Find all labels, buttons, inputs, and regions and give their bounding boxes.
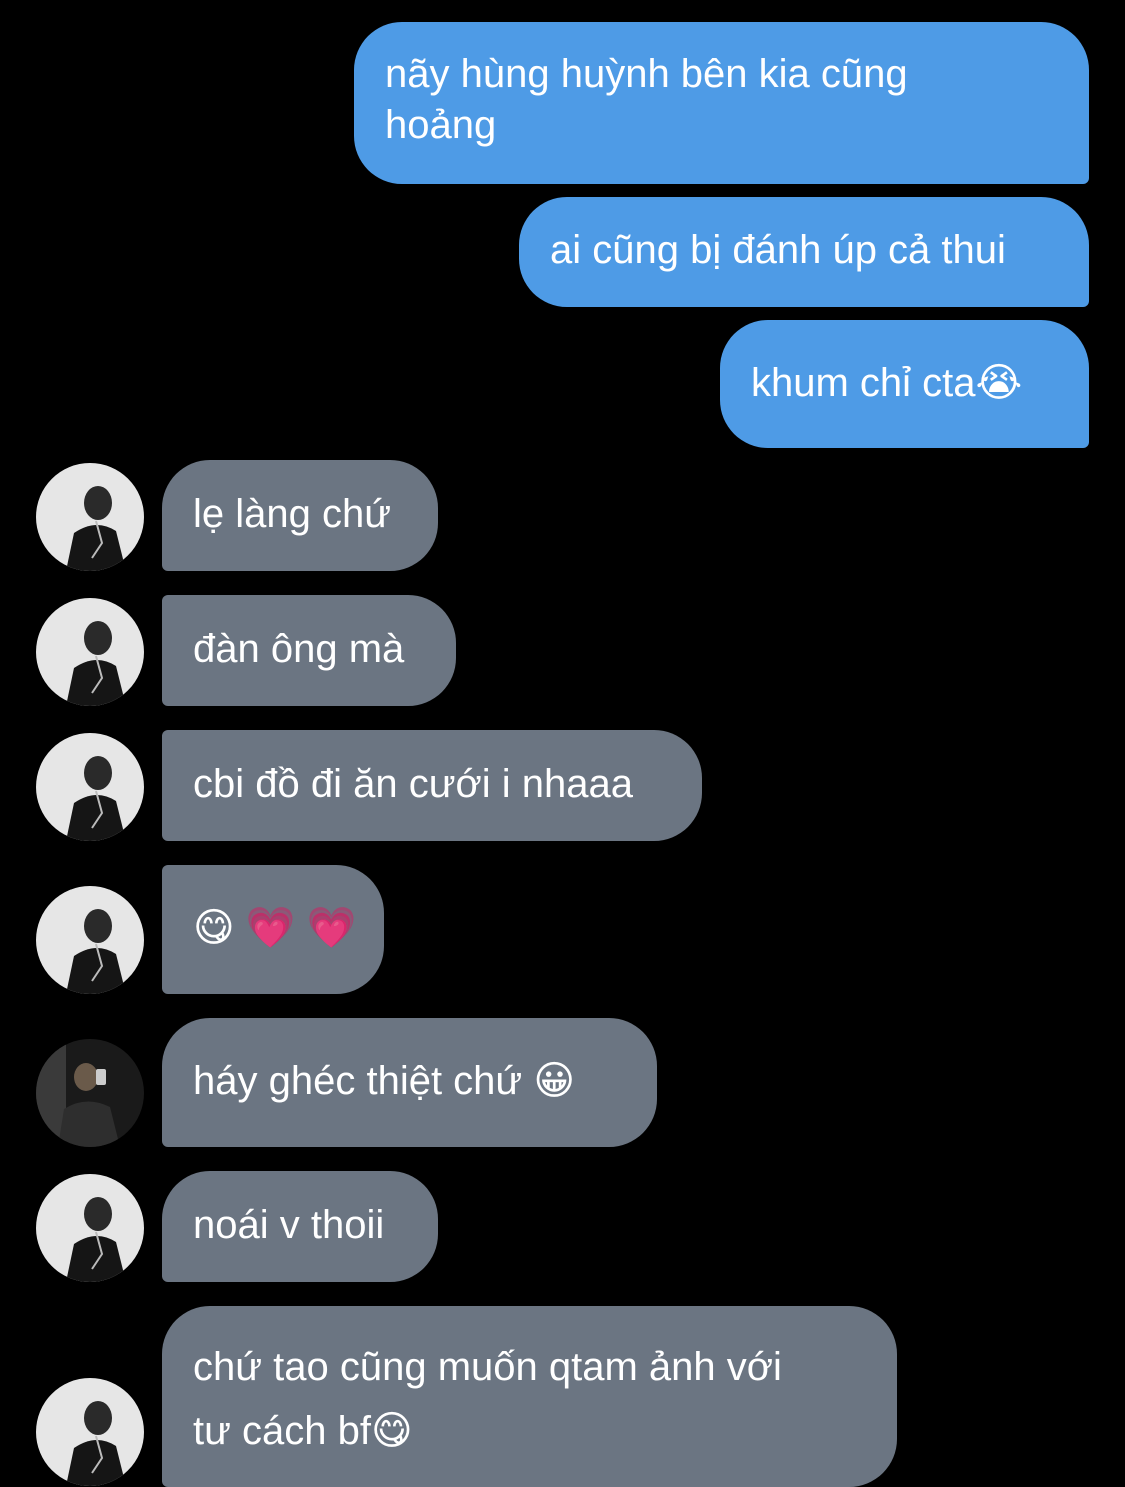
contact-avatar[interactable] bbox=[36, 733, 144, 841]
bw-portrait-avatar-icon bbox=[36, 598, 144, 706]
bw-portrait-avatar-icon bbox=[36, 886, 144, 994]
contact-avatar[interactable] bbox=[36, 598, 144, 706]
sent-message-bubble[interactable]: khum chỉ cta😭 bbox=[720, 320, 1089, 448]
received-message-bubble[interactable]: lẹ làng chứ bbox=[162, 460, 438, 571]
message-text: chứ tao cũng muốn qtam ảnh với bbox=[193, 1345, 782, 1389]
message-text: lẹ làng chứ bbox=[193, 492, 392, 536]
bw-portrait-avatar-icon bbox=[36, 733, 144, 841]
message-text: 😋 💗 💗 bbox=[193, 906, 357, 950]
received-message-bubble[interactable]: cbi đồ đi ăn cưới i nhaaa bbox=[162, 730, 702, 841]
message-text: háy ghéc thiệt chứ 😀 bbox=[193, 1059, 576, 1103]
message-text: ai cũng bị đánh úp cả thui bbox=[550, 228, 1006, 272]
message-text: tư cách bf😋 bbox=[193, 1409, 413, 1453]
message-text: cbi đồ đi ăn cưới i nhaaa bbox=[193, 762, 633, 806]
contact-avatar[interactable] bbox=[36, 463, 144, 571]
bw-portrait-avatar-icon bbox=[36, 463, 144, 571]
received-message-bubble[interactable]: chứ tao cũng muốn qtam ảnh với tư cách b… bbox=[162, 1306, 897, 1487]
message-text: hoảng bbox=[385, 103, 497, 147]
message-text: đàn ông mà bbox=[193, 627, 405, 671]
mirror-selfie-avatar-icon bbox=[36, 1039, 144, 1147]
sent-message-bubble[interactable]: ai cũng bị đánh úp cả thui bbox=[519, 197, 1089, 307]
received-message-bubble[interactable]: háy ghéc thiệt chứ 😀 bbox=[162, 1018, 657, 1147]
message-text: khum chỉ cta😭 bbox=[751, 361, 1023, 405]
bw-portrait-avatar-icon bbox=[36, 1378, 144, 1486]
message-text: noái v thoii bbox=[193, 1203, 385, 1247]
received-message-bubble[interactable]: đàn ông mà bbox=[162, 595, 456, 706]
sent-message-bubble[interactable]: nãy hùng huỳnh bên kia cũng hoảng bbox=[354, 22, 1089, 184]
bw-portrait-avatar-icon bbox=[36, 1174, 144, 1282]
received-message-bubble[interactable]: noái v thoii bbox=[162, 1171, 438, 1282]
contact-avatar[interactable] bbox=[36, 886, 144, 994]
received-message-bubble[interactable]: 😋 💗 💗 bbox=[162, 865, 384, 994]
message-text: nãy hùng huỳnh bên kia cũng bbox=[385, 52, 908, 96]
contact-avatar[interactable] bbox=[36, 1378, 144, 1486]
contact-avatar[interactable] bbox=[36, 1039, 144, 1147]
contact-avatar[interactable] bbox=[36, 1174, 144, 1282]
